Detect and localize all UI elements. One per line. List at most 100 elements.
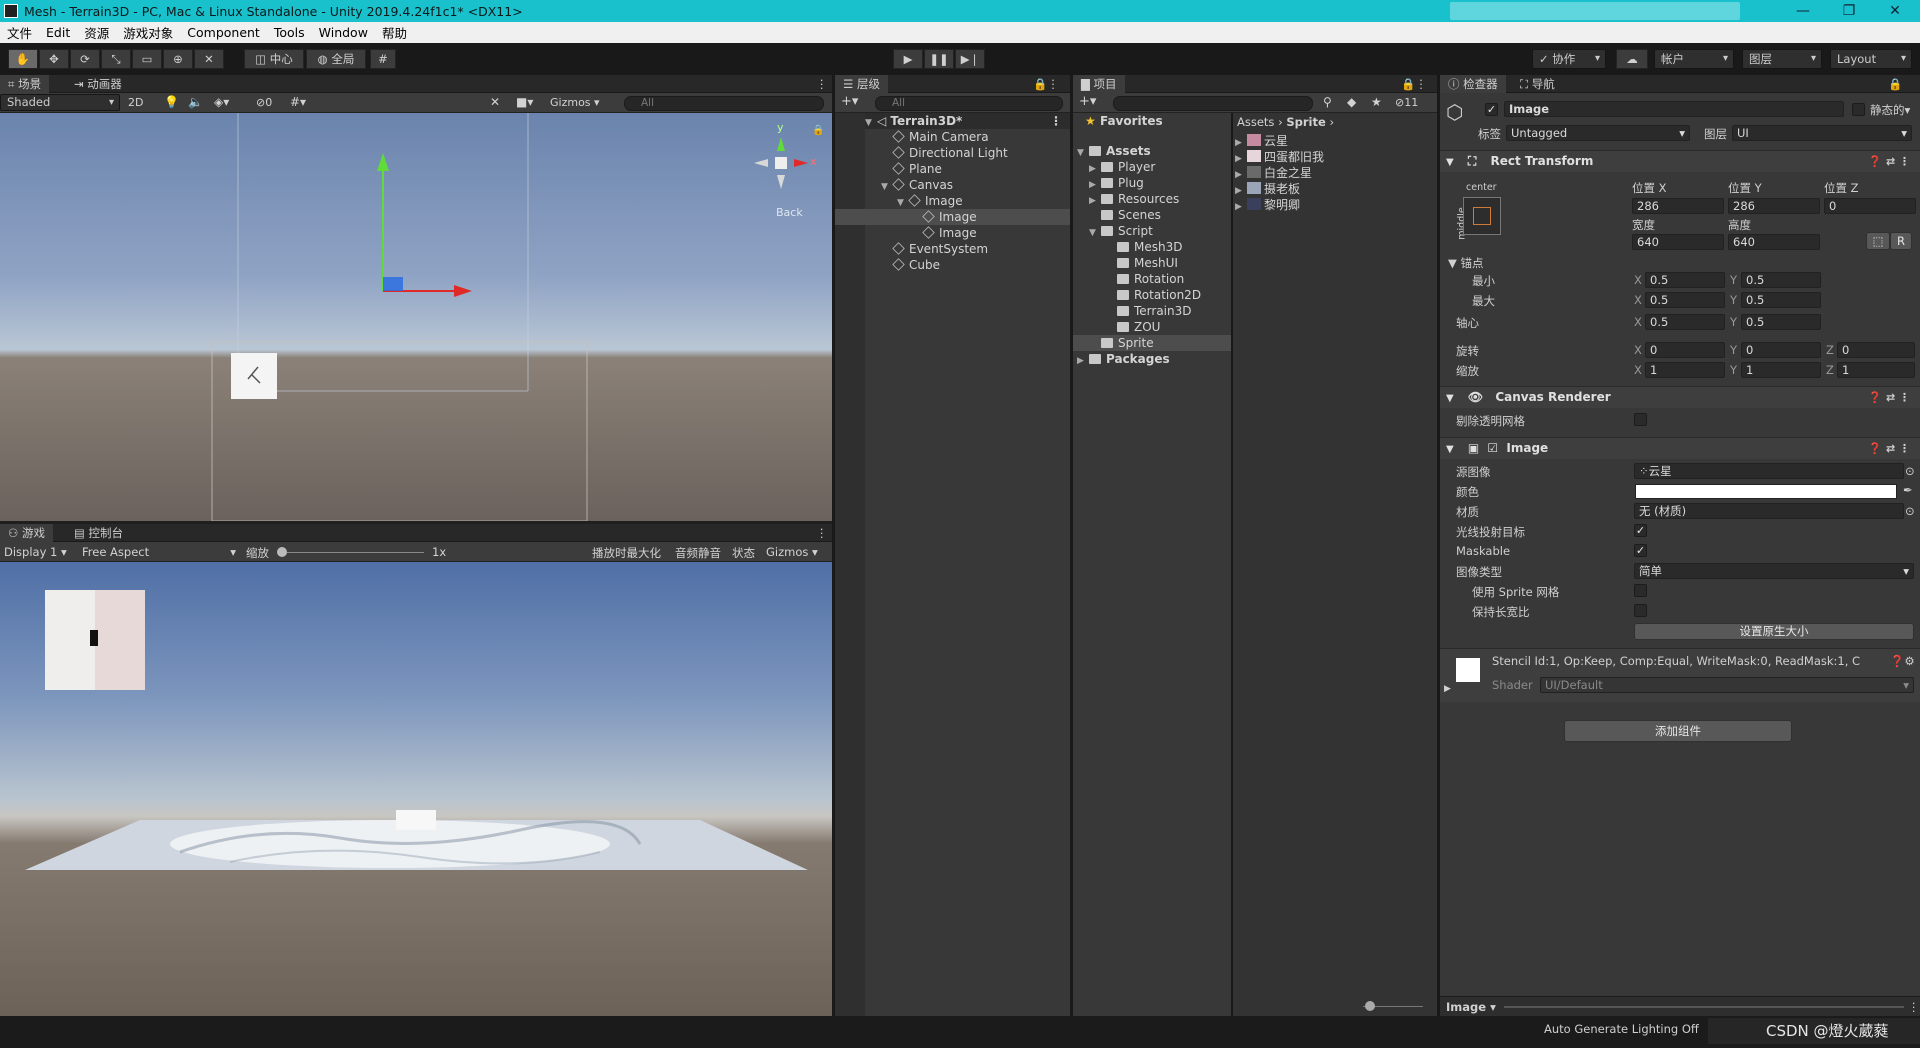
rect-transform-header[interactable]: ▼ ⛶ Rect Transform ❓ ⇄ ⋮ <box>1440 150 1920 172</box>
shader-dropdown[interactable]: UI/Default ▾ <box>1540 677 1914 693</box>
collab-dropdown[interactable]: ✓ 协作 <box>1532 49 1606 69</box>
game-viewport[interactable] <box>0 562 832 1016</box>
custom-tool-icon[interactable]: ✕ <box>194 49 224 69</box>
scale-slider-track[interactable] <box>284 552 424 553</box>
asset-item[interactable]: ▶ 摄老板 <box>1235 181 1300 197</box>
menu-gameobject[interactable]: 游戏对象 <box>116 23 180 42</box>
tab-scene[interactable]: ⌗ 场景 <box>0 75 50 93</box>
pivot-x-field[interactable]: 0.5 <box>1645 314 1725 330</box>
scale-x-field[interactable]: 1 <box>1645 362 1725 378</box>
rect-tool-icon[interactable]: ▭ <box>132 49 162 69</box>
image-type-dropdown[interactable]: 简单 ▾ <box>1634 563 1914 579</box>
hierarchy-item[interactable]: Plane <box>892 161 942 177</box>
filter-type-icon[interactable]: ⚲ <box>1323 95 1332 109</box>
source-image-field[interactable]: ⁘云星 <box>1634 463 1904 479</box>
blueprint-mode-button[interactable]: ⬚ <box>1866 232 1890 250</box>
menu-file[interactable]: 文件 <box>0 23 39 42</box>
rotation-z-field[interactable]: 0 <box>1837 342 1915 358</box>
hierarchy-item[interactable]: Image <box>922 225 977 241</box>
width-field[interactable]: 640 <box>1632 234 1724 250</box>
cloud-icon[interactable]: ☁ <box>1616 49 1648 69</box>
hierarchy-item[interactable]: Cube <box>892 257 940 273</box>
space-toggle[interactable]: ◍ 全局 <box>306 49 366 69</box>
set-native-size-button[interactable]: 设置原生大小 <box>1634 623 1914 640</box>
project-folder[interactable]: ▶ Player <box>1089 159 1155 175</box>
material-foldout-icon[interactable]: ▶ <box>1444 684 1451 694</box>
hierarchy-item[interactable]: ▼ Canvas <box>881 177 953 193</box>
game-menu-icon[interactable]: ⋮ <box>808 524 836 542</box>
tag-dropdown[interactable]: Untagged ▾ <box>1506 125 1690 141</box>
audio-icon[interactable]: 🔈 <box>188 95 203 109</box>
maskable-checkbox[interactable]: ✓ <box>1634 544 1647 557</box>
asset-item[interactable]: ▶ 云星 <box>1235 133 1288 149</box>
stats-toggle[interactable]: 状态 <box>732 545 755 561</box>
hidden-objects-toggle[interactable]: ⊘0 <box>256 96 272 109</box>
menu-window[interactable]: Window <box>312 25 375 40</box>
scene-root-row[interactable]: ▼ ◁ Terrain3D* ⋮ <box>865 113 1070 129</box>
color-swatch[interactable] <box>1635 484 1897 499</box>
pos-z-field[interactable]: 0 <box>1824 198 1916 214</box>
anchor-min-x-field[interactable]: 0.5 <box>1645 272 1725 288</box>
account-dropdown[interactable]: 帐户 <box>1654 49 1734 69</box>
breadcrumb-sprite[interactable]: Sprite <box>1286 115 1325 129</box>
maximize-on-play-toggle[interactable]: 播放时最大化 <box>592 545 661 561</box>
scene-viewport[interactable]: x y Back 🔒 <box>0 113 832 521</box>
scale-y-field[interactable]: 1 <box>1741 362 1821 378</box>
material-field[interactable]: 无 (材质) <box>1634 503 1904 519</box>
tab-inspector[interactable]: ⓘ 检查器 <box>1440 75 1506 93</box>
preview-object-dropdown[interactable]: Image ▾ <box>1446 1000 1496 1014</box>
effects-icon[interactable]: ◈▾ <box>214 95 229 109</box>
use-sprite-mesh-checkbox[interactable] <box>1634 584 1647 597</box>
component-menu-icon[interactable]: ❓ ⇄ ⋮ <box>1868 151 1910 172</box>
rotation-x-field[interactable]: 0 <box>1645 342 1725 358</box>
pivot-toggle[interactable]: ◫ 中心 <box>244 49 304 69</box>
height-field[interactable]: 640 <box>1728 234 1820 250</box>
raw-edit-button[interactable]: R <box>1890 232 1912 250</box>
layers-dropdown[interactable]: 图层 <box>1742 49 1822 69</box>
favorites-row[interactable]: ★ Favorites <box>1085 113 1163 129</box>
asset-item[interactable]: ▶ 黎明卿 <box>1235 197 1300 213</box>
inspector-lock-icon[interactable]: 🔒⋮ <box>1880 75 1920 109</box>
menu-tools[interactable]: Tools <box>267 25 312 40</box>
menu-component[interactable]: Component <box>180 25 267 40</box>
maximize-button[interactable]: ❐ <box>1826 0 1872 22</box>
project-folder[interactable]: Rotation <box>1117 271 1184 287</box>
tab-navigation[interactable]: ⛶ 导航 <box>1512 75 1563 93</box>
project-folder-selected[interactable]: Sprite <box>1073 335 1231 351</box>
packages-row[interactable]: ▶ Packages <box>1077 351 1170 367</box>
project-folder[interactable]: MeshUI <box>1117 255 1178 271</box>
filter-label-icon[interactable]: ◆ <box>1347 95 1356 109</box>
play-button[interactable]: ▶ <box>893 49 923 69</box>
component-menu-icon[interactable]: ❓ ⇄ ⋮ <box>1868 438 1910 459</box>
project-folder[interactable]: Mesh3D <box>1117 239 1182 255</box>
menu-edit[interactable]: Edit <box>39 25 77 40</box>
step-button[interactable]: ▶❘ <box>955 49 985 69</box>
pause-button[interactable]: ❚❚ <box>924 49 954 69</box>
tab-hierarchy[interactable]: ☰ 层级 <box>835 75 888 93</box>
orientation-back-label[interactable]: Back <box>776 206 803 219</box>
project-search-input[interactable] <box>1113 96 1313 111</box>
grid-icon[interactable]: #▾ <box>290 95 306 109</box>
preview-divider[interactable] <box>1504 1006 1904 1008</box>
shading-dropdown[interactable]: Shaded <box>0 94 120 111</box>
layout-dropdown[interactable]: Layout <box>1830 49 1912 69</box>
image-enabled-checkbox[interactable]: ☑ <box>1487 441 1498 455</box>
project-folder[interactable]: Terrain3D <box>1117 303 1192 319</box>
menu-help[interactable]: 帮助 <box>375 23 414 42</box>
hierarchy-search-input[interactable]: All <box>875 96 1063 111</box>
eyedropper-icon[interactable]: ✒ <box>1903 483 1913 497</box>
project-hidden-toggle[interactable]: ⊘11 <box>1395 96 1418 109</box>
anchor-max-x-field[interactable]: 0.5 <box>1645 292 1725 308</box>
mode-2d-button[interactable]: 2D <box>128 96 143 109</box>
hand-tool-icon[interactable]: ✋ <box>8 49 38 69</box>
tab-project[interactable]: ▇ 项目 <box>1073 75 1125 93</box>
object-name-field[interactable]: Image <box>1504 101 1844 117</box>
tools-icon[interactable]: ✕ <box>490 95 500 109</box>
material-help-icon[interactable]: ❓⚙ <box>1890 654 1915 668</box>
project-folder[interactable]: ZOU <box>1117 319 1160 335</box>
minimize-button[interactable]: — <box>1780 0 1826 22</box>
raycast-checkbox[interactable]: ✓ <box>1634 524 1647 537</box>
scale-tool-icon[interactable]: ⤡ <box>101 49 131 69</box>
move-tool-icon[interactable]: ✥ <box>39 49 69 69</box>
hierarchy-item[interactable]: EventSystem <box>892 241 988 257</box>
